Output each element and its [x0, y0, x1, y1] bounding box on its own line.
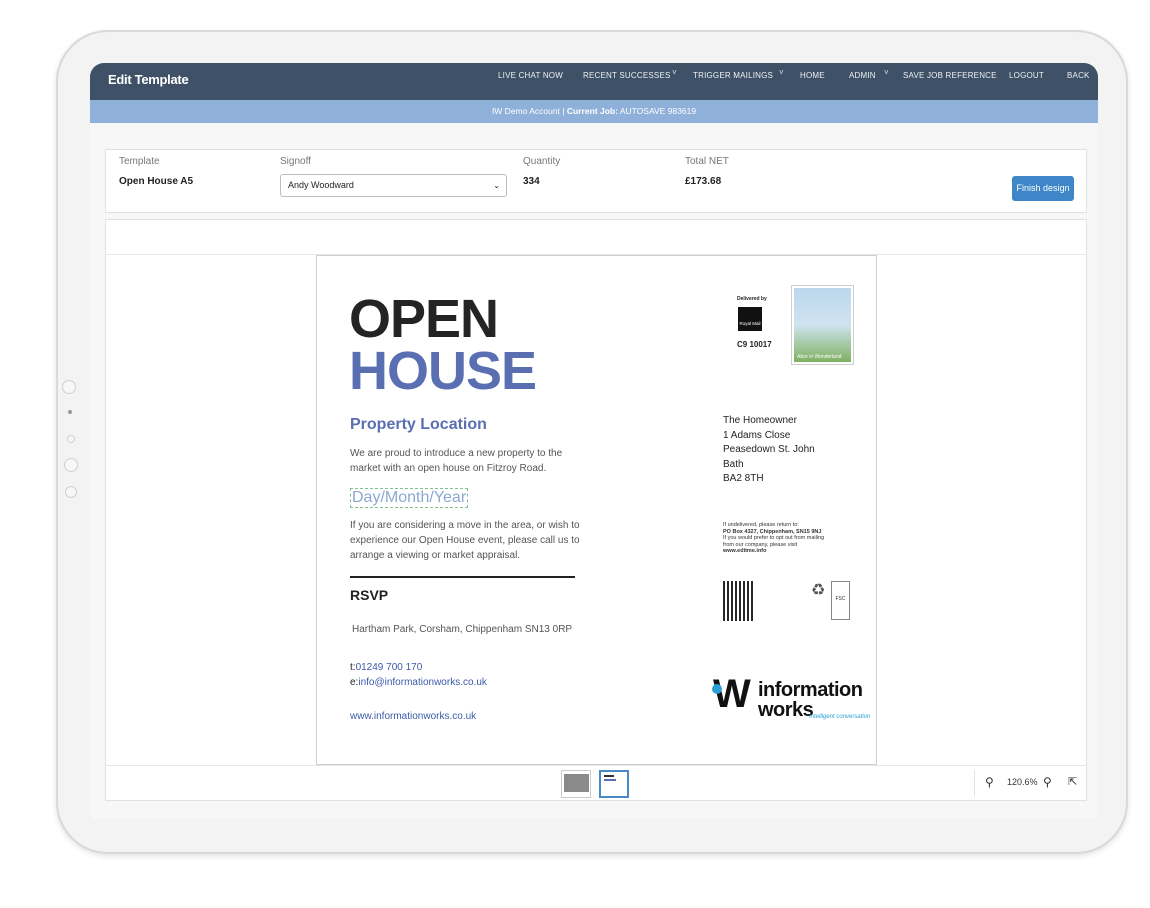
postage-stamp: Alice in Wonderland: [791, 285, 854, 365]
current-job-value: AUTOSAVE 983619: [619, 106, 697, 116]
template-canvas[interactable]: OPEN HOUSE Property Location We are prou…: [316, 255, 877, 765]
body-line-3[interactable]: arrange a viewing or market appraisal.: [350, 548, 520, 563]
address-line: The Homeowner: [723, 415, 797, 426]
template-label: Template: [119, 156, 160, 167]
property-heading[interactable]: Property Location: [350, 416, 487, 434]
zoom-out-icon[interactable]: ⚲: [985, 775, 994, 789]
fullscreen-icon[interactable]: ⇱: [1068, 775, 1077, 788]
date-field[interactable]: Day/Month/Year: [350, 488, 469, 508]
thumbnail-preview: [604, 779, 616, 781]
logo-text-line-2: works: [758, 699, 814, 721]
chevron-down-icon[interactable]: ˅: [672, 68, 677, 77]
return-line: www.editme.info: [723, 548, 767, 554]
intro-line-2[interactable]: market with an open house on Fitzroy Roa…: [350, 461, 546, 476]
zoom-in-icon[interactable]: ⚲: [1043, 775, 1052, 789]
page-thumbnail-2[interactable]: [599, 770, 629, 798]
template-editor: OPEN HOUSE Property Location We are prou…: [105, 219, 1087, 801]
nav-live-chat[interactable]: LIVE CHAT NOW: [498, 71, 563, 80]
logo-tagline: Intelligent conversation: [809, 714, 871, 720]
address-line: 1 Adams Close: [723, 429, 791, 441]
nav-save-job-reference[interactable]: SAVE JOB REFERENCE: [903, 71, 997, 80]
return-address: If undelivered, please return to: PO Box…: [723, 522, 824, 555]
nav-admin[interactable]: ADMIN: [849, 71, 876, 80]
nav-home[interactable]: HOME: [800, 71, 825, 80]
recipient-address[interactable]: The Homeowner 1 Adams Close Peasedown St…: [723, 414, 815, 487]
chevron-down-icon[interactable]: ˅: [779, 68, 784, 77]
page-thumbnail-1[interactable]: [561, 770, 591, 798]
signoff-select-value: Andy Woodward: [288, 180, 354, 190]
return-line: If you would prefer to opt out from mail…: [723, 535, 825, 541]
company-logo-mark: W: [713, 672, 751, 716]
tablet-side-button: [68, 410, 72, 414]
title-house[interactable]: HOUSE: [349, 344, 537, 398]
body-line-1[interactable]: If you are considering a move in the are…: [350, 518, 580, 533]
email-line[interactable]: e:info@informationworks.co.uk: [350, 675, 487, 690]
rsvp-heading[interactable]: RSVP: [350, 587, 388, 603]
job-status-bar: IW Demo Account | Current Job: AUTOSAVE …: [90, 100, 1098, 123]
tablet-side-button: [62, 380, 76, 394]
divider: [350, 576, 575, 578]
royal-mail-logo: Royal Mail: [738, 307, 762, 331]
chevron-down-icon[interactable]: ˅: [884, 68, 889, 77]
phone-number: 01249 700 170: [355, 662, 423, 673]
nav-back[interactable]: BACK: [1067, 71, 1090, 80]
title-open[interactable]: OPEN: [349, 292, 499, 346]
tablet-side-button: [65, 486, 77, 498]
postage-licence: C9 10017: [737, 340, 772, 349]
website-link[interactable]: www.informationworks.co.uk: [350, 711, 476, 722]
signoff-label: Signoff: [280, 156, 311, 167]
template-value: Open House A5: [119, 176, 194, 187]
intro-line-1[interactable]: We are proud to introduce a new property…: [350, 446, 562, 461]
page-title: Edit Template: [108, 72, 189, 87]
address-line: BA2 8TH: [723, 473, 764, 484]
fsc-logo: FSC: [831, 581, 850, 620]
divider: [106, 765, 1086, 766]
qr-code: [723, 581, 754, 621]
template-summary-panel: Template Open House A5 Signoff Andy Wood…: [105, 149, 1087, 213]
address-line: Bath: [723, 458, 744, 470]
delivered-by-label: Delivered by: [737, 296, 767, 302]
app-screen: Edit Template LIVE CHAT NOW RECENT SUCCE…: [90, 63, 1098, 819]
logo-dot-icon: [712, 684, 722, 694]
divider: [974, 770, 975, 796]
finish-design-button[interactable]: Finish design: [1012, 176, 1074, 201]
total-net-value: £173.68: [685, 176, 722, 187]
email-address: info@informationworks.co.uk: [358, 677, 487, 688]
chevron-down-icon: ⌄: [493, 181, 500, 190]
quantity-value: 334: [523, 176, 540, 187]
phone-line[interactable]: t:01249 700 170: [350, 660, 422, 675]
zoom-level: 120.6%: [1007, 777, 1038, 787]
stamp-image: Alice in Wonderland: [794, 288, 851, 362]
top-navigation-bar: Edit Template LIVE CHAT NOW RECENT SUCCE…: [90, 63, 1098, 100]
rsvp-address[interactable]: Hartham Park, Corsham, Chippenham SN13 0…: [352, 622, 572, 637]
total-net-label: Total NET: [685, 156, 729, 167]
thumbnail-preview: [604, 775, 614, 777]
thumbnail-preview: [564, 774, 589, 792]
account-name: IW Demo Account |: [491, 106, 565, 116]
stamp-caption: Alice in Wonderland: [797, 354, 842, 360]
recycle-icon: ♻: [811, 582, 826, 599]
quantity-label: Quantity: [523, 156, 561, 167]
current-job-label: Current Job:: [566, 106, 618, 116]
address-line: Peasedown St. John: [723, 444, 815, 455]
nav-trigger-mailings[interactable]: TRIGGER MAILINGS: [693, 71, 773, 80]
tablet-side-button: [64, 458, 78, 472]
signoff-select[interactable]: Andy Woodward ⌄: [280, 174, 507, 197]
nav-logout[interactable]: LOGOUT: [1009, 71, 1044, 80]
nav-recent-successes[interactable]: RECENT SUCCESSES: [583, 71, 671, 80]
body-line-2[interactable]: experience our Open House event, please …: [350, 533, 580, 548]
tablet-side-button: [67, 435, 75, 443]
